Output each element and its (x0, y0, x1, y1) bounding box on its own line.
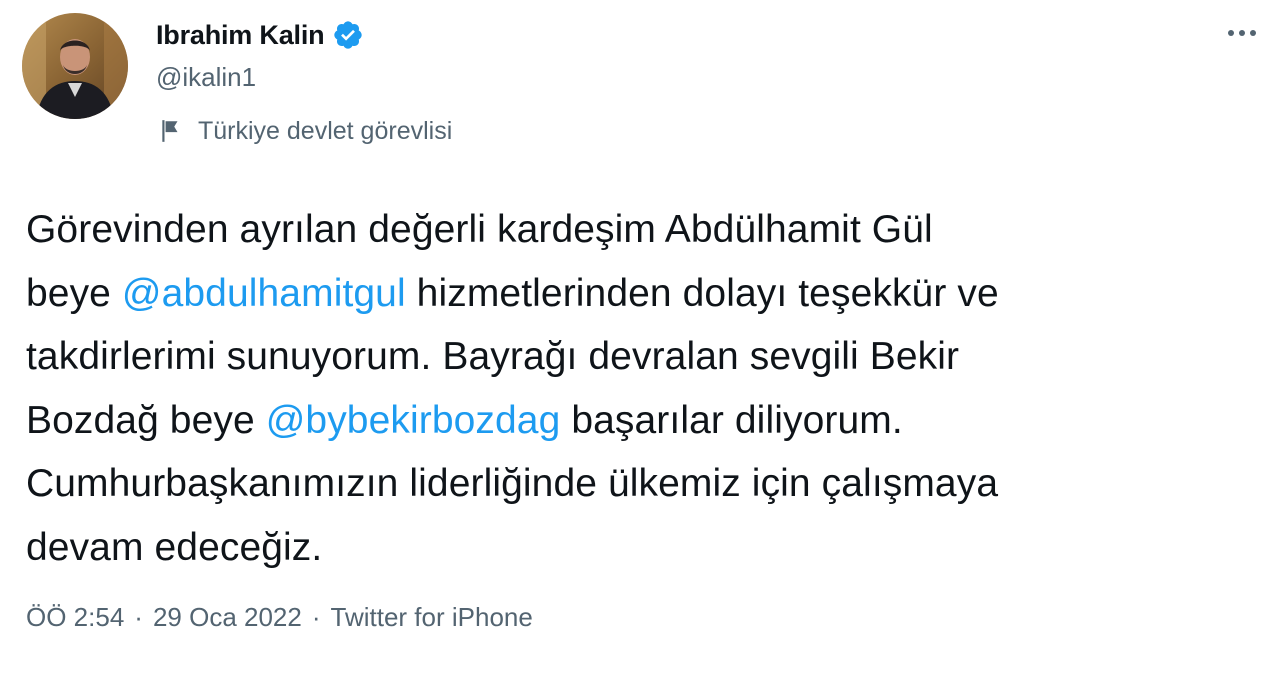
author-handle[interactable]: @ikalin1 (156, 62, 256, 93)
author-name[interactable]: Ibrahim Kalin (156, 20, 325, 51)
flag-icon (158, 118, 184, 144)
account-label-text: Türkiye devlet görevlisi (198, 116, 453, 145)
tweet-text-segment: hizmetlerinden dolayı teşekkür ve (405, 271, 999, 315)
tweet-meta: ÖÖ 2:54 · 29 Oca 2022 · Twitter for iPhone (26, 602, 533, 633)
tweet-text: Görevinden ayrılan değerli kardeşim Abdü… (26, 198, 1266, 579)
tweet-date[interactable]: 29 Oca 2022 (153, 602, 302, 632)
tweet-text-segment: beye (26, 271, 122, 315)
tweet-text-line: Görevinden ayrılan değerli kardeşim Abdü… (26, 198, 1266, 262)
tweet-text-line: Cumhurbaşkanımızın liderliğinde ülkemiz … (26, 452, 1266, 516)
account-label[interactable]: Türkiye devlet görevlisi (158, 113, 452, 149)
meta-separator: · (134, 602, 143, 632)
avatar[interactable] (22, 13, 128, 119)
meta-separator: · (311, 602, 321, 632)
tweet-text-line: beye @abdulhamitgul hizmetlerinden dolay… (26, 262, 1266, 326)
author-name-row: Ibrahim Kalin (156, 16, 364, 54)
tweet-text-line: Bozdağ beye @bybekirbozdag başarılar dil… (26, 389, 1266, 453)
more-options-button[interactable] (1222, 18, 1262, 48)
tweet-text-line: takdirlerimi sunuyorum. Bayrağı devralan… (26, 325, 1266, 389)
avatar-image (22, 13, 128, 119)
mention-link[interactable]: @bybekirbozdag (266, 399, 561, 442)
tweet-source: Twitter for iPhone (330, 602, 533, 632)
mention-link[interactable]: @abdulhamitgul (122, 272, 406, 315)
more-options-icon (1228, 30, 1256, 36)
tweet-text-segment: takdirlerimi sunuyorum. Bayrağı devralan… (26, 335, 960, 378)
tweet-text-segment: Cumhurbaşkanımızın liderliğinde ülkemiz … (26, 462, 999, 505)
tweet-time[interactable]: ÖÖ 2:54 (26, 602, 124, 632)
verified-badge-icon (332, 19, 364, 51)
tweet-text-segment: Bozdağ beye (26, 398, 266, 442)
tweet-text-segment: Görevinden ayrılan değerli kardeşim Abdü… (26, 208, 933, 251)
tweet-card: Ibrahim Kalin @ikalin1 Türkiye devlet gö… (0, 0, 1280, 675)
tweet-text-segment: başarılar diliyorum. (560, 398, 903, 442)
tweet-text-line: devam edeceğiz. (26, 516, 1266, 580)
tweet-text-segment: devam edeceğiz. (26, 525, 323, 569)
